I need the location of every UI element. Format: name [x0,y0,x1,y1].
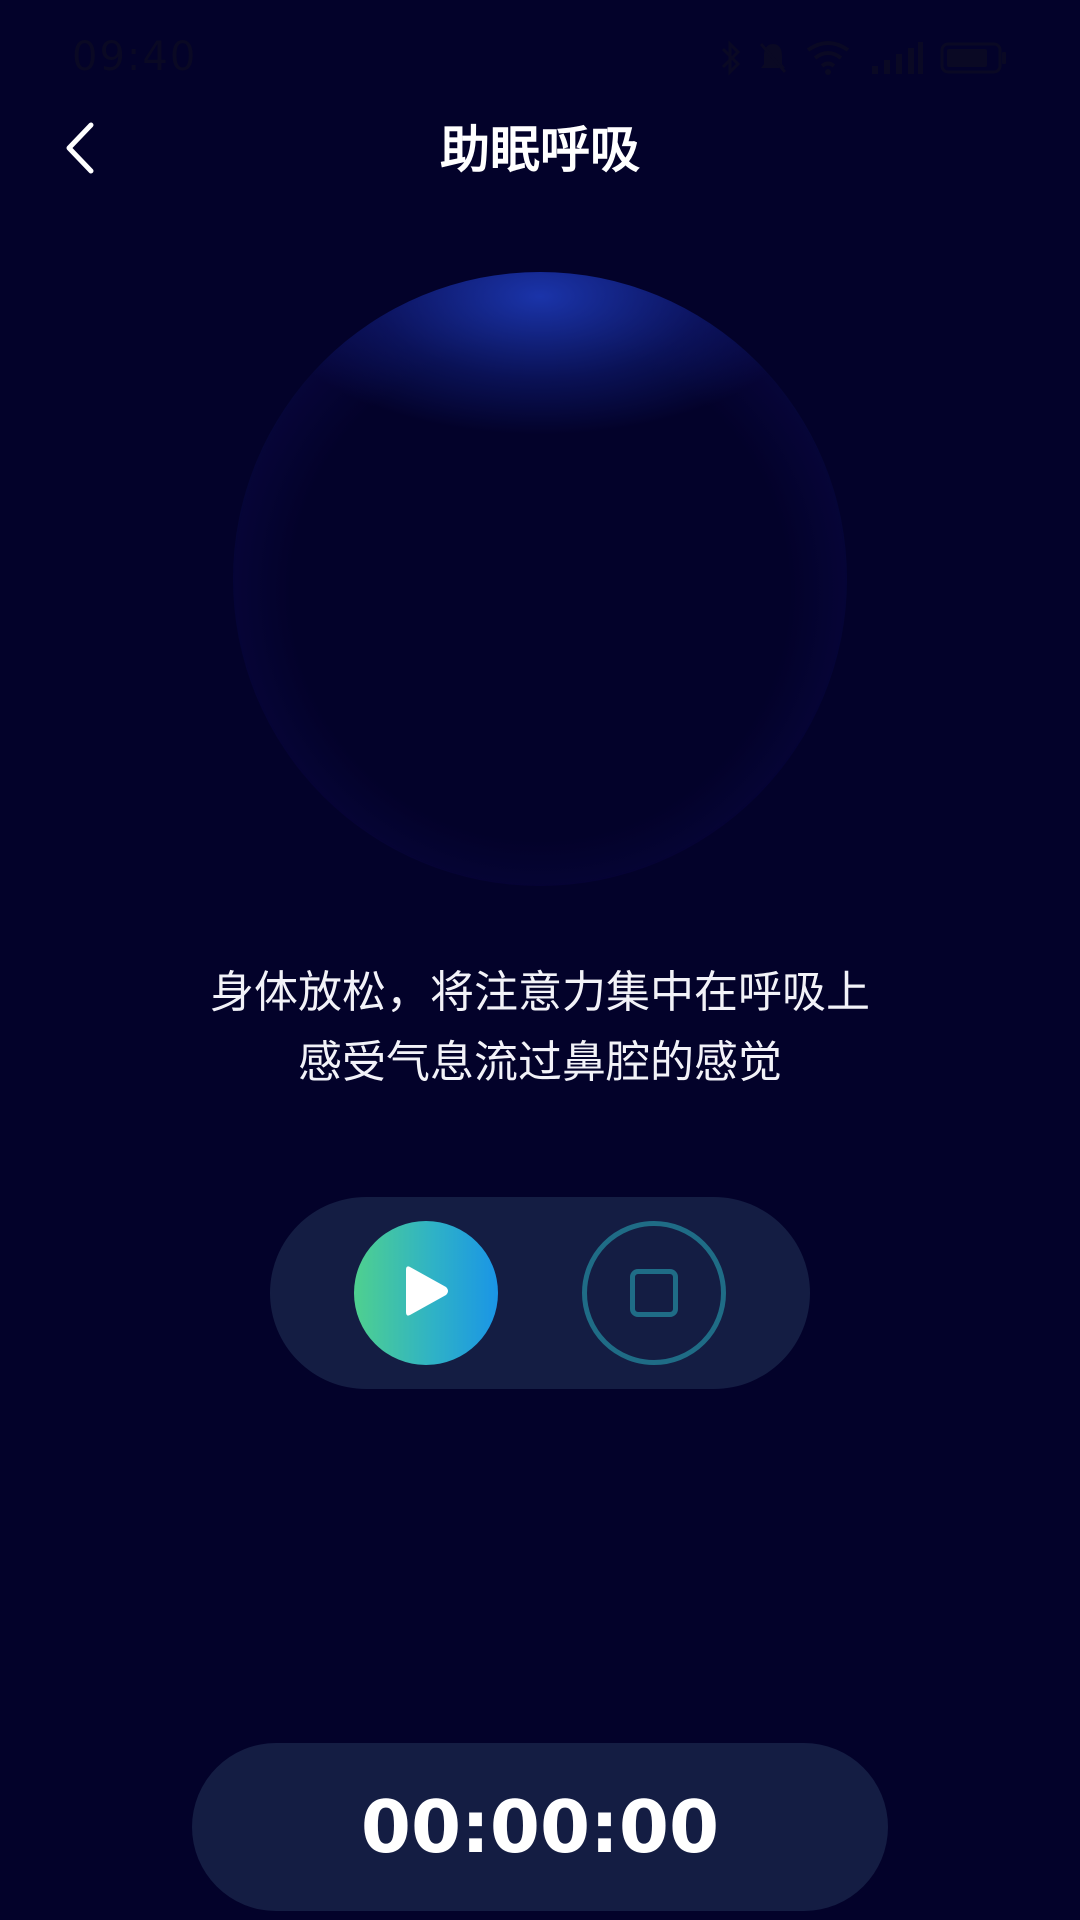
header: 助眠呼吸 [0,110,1080,190]
status-time: 09:40 [72,34,198,80]
bluetooth-icon [720,40,742,76]
mute-bell-icon [758,40,788,76]
stop-button[interactable] [582,1221,726,1365]
stop-icon [630,1269,678,1317]
sphere-rim [233,272,847,886]
breathing-instructions: 身体放松，将注意力集中在呼吸上 感受气息流过鼻腔的感觉 [0,958,1080,1098]
status-bar: 09:40 [0,0,1080,110]
playback-controls [270,1197,810,1389]
play-icon [398,1259,454,1327]
instruction-line-1: 身体放松，将注意力集中在呼吸上 [210,967,870,1018]
timer-display: 00:00:00 [192,1743,888,1911]
battery-icon [940,40,1008,76]
signal-icon [868,40,924,76]
instruction-line-2: 感受气息流过鼻腔的感觉 [298,1037,782,1088]
status-icons [720,38,1008,78]
play-button[interactable] [354,1221,498,1365]
breathing-sphere [233,272,847,886]
wifi-icon [804,40,852,76]
breathing-screen: 09:40 助眠呼吸 身体放松，将注意力集中在呼吸上 感受气息流过鼻腔的感觉 0… [0,0,1080,1920]
page-title: 助眠呼吸 [440,121,640,179]
timer-value: 00:00:00 [360,1785,720,1869]
